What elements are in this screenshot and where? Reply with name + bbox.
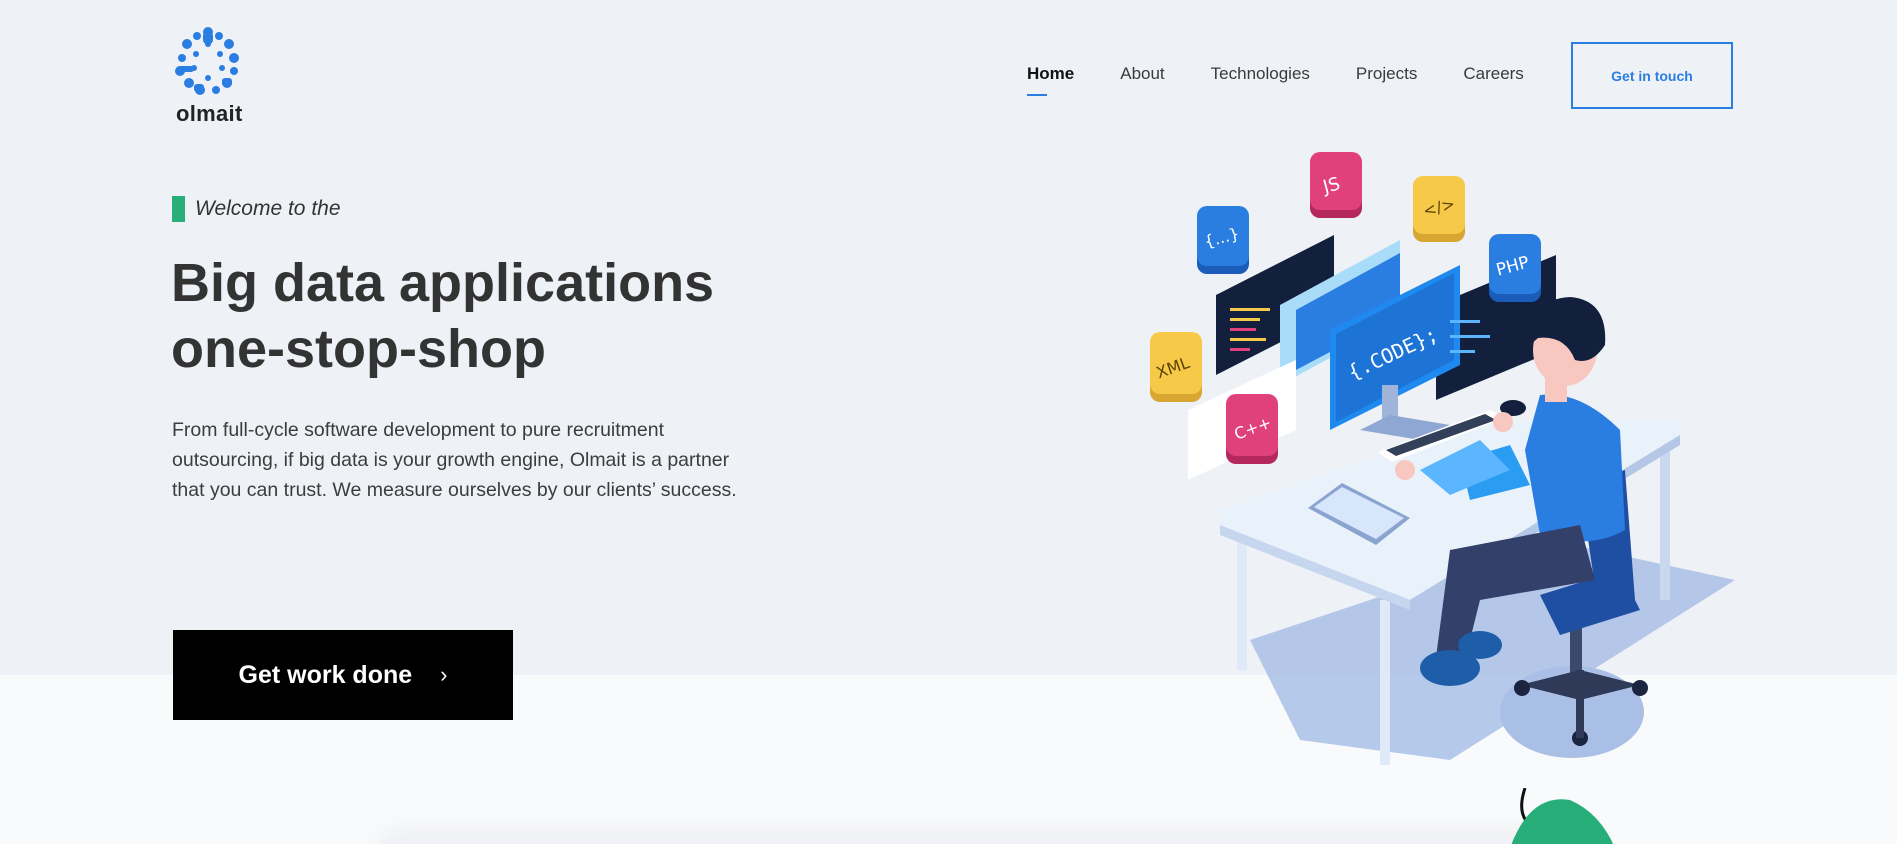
cpp-tile: C++ (1226, 394, 1278, 464)
logo-mark-icon (175, 27, 239, 95)
content-card-edge (380, 838, 1600, 844)
chevron-right-icon: › (440, 662, 448, 687)
html-tile: </> (1413, 176, 1465, 242)
main-nav: Home About Technologies Projects Careers (1027, 64, 1570, 96)
eyebrow-text: Welcome to the (195, 197, 341, 220)
nav-careers[interactable]: Careers (1463, 64, 1523, 84)
nav-technologies[interactable]: Technologies (1211, 64, 1310, 84)
braces-tile: {...} (1197, 206, 1249, 274)
nav-projects[interactable]: Projects (1356, 64, 1417, 84)
site-header: olmait Home About Technologies Projects … (0, 0, 1897, 140)
get-in-touch-button[interactable]: Get in touch (1571, 42, 1733, 109)
php-tile: PHP (1489, 234, 1541, 302)
developer-workstation-illustration: {.CODE}; JS </> {...} PHP XML C++ (1150, 152, 1735, 765)
hero-description: From full-cycle software development to … (172, 419, 737, 501)
get-work-done-button[interactable]: Get work done › (173, 630, 513, 720)
js-tile: JS (1310, 152, 1362, 218)
logo[interactable]: olmait (170, 26, 248, 126)
headline-line-1: Big data applications (171, 253, 715, 313)
logo-wordmark: olmait (176, 101, 243, 126)
nav-about[interactable]: About (1120, 64, 1164, 84)
eyebrow-accent-bar (172, 196, 185, 222)
nav-home[interactable]: Home (1027, 64, 1074, 96)
hero-headline: Big data applications one-stop-shop (171, 250, 871, 382)
headline-line-2: one-stop-shop (171, 319, 546, 379)
hero-eyebrow: Welcome to the (172, 196, 341, 222)
work-button-label: Get work done (238, 660, 413, 689)
plant-icon (1511, 788, 1614, 844)
xml-tile: XML (1150, 332, 1202, 402)
